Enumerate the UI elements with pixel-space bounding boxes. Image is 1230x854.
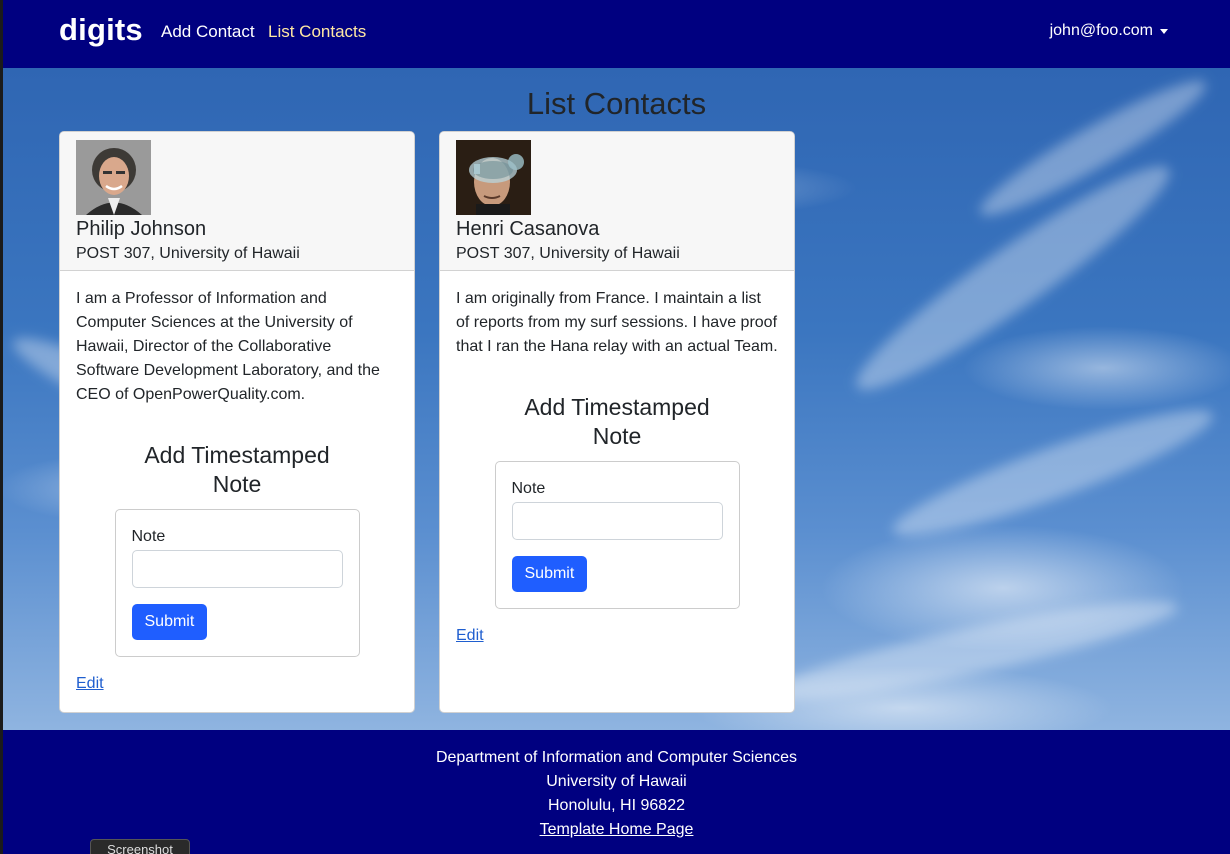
footer-address: Honolulu, HI 96822 xyxy=(548,797,685,814)
main-content: List Contacts Philip Johnson POST 307, U… xyxy=(3,68,1230,730)
contact-card: Philip Johnson POST 307, University of H… xyxy=(59,131,415,713)
note-label: Note xyxy=(511,480,546,497)
contact-name: Philip Johnson xyxy=(76,218,207,240)
template-home-link[interactable]: Template Home Page xyxy=(540,821,694,838)
top-navbar: digits Add Contact List Contacts john@fo… xyxy=(3,0,1230,68)
brand-logo[interactable]: digits xyxy=(59,12,143,48)
card-header: Henri Casanova POST 307, University of H… xyxy=(440,132,794,271)
footer-university: University of Hawaii xyxy=(546,773,687,790)
contact-description: I am originally from France. I maintain … xyxy=(456,290,778,355)
caret-down-icon xyxy=(1160,29,1168,34)
contact-name: Henri Casanova xyxy=(456,218,600,240)
user-email: john@foo.com xyxy=(1049,22,1153,39)
screenshot-tab[interactable]: Screenshot xyxy=(90,839,190,854)
contact-address: POST 307, University of Hawaii xyxy=(76,245,300,262)
contact-description: I am a Professor of Information and Comp… xyxy=(76,290,380,403)
footer-department: Department of Information and Computer S… xyxy=(435,749,798,766)
nav-add-contact[interactable]: Add Contact xyxy=(161,22,255,42)
submit-button[interactable]: Submit xyxy=(511,556,588,592)
contact-address: POST 307, University of Hawaii xyxy=(456,245,680,262)
card-body: I am originally from France. I maintain … xyxy=(440,271,794,661)
edit-link[interactable]: Edit xyxy=(76,675,104,693)
user-dropdown[interactable]: john@foo.com xyxy=(1050,22,1168,40)
submit-button[interactable]: Submit xyxy=(131,604,208,640)
nav-list-contacts[interactable]: List Contacts xyxy=(268,22,366,42)
note-form: Note Submit xyxy=(114,509,360,657)
note-form: Note Submit xyxy=(494,461,740,609)
add-note-title: Add Timestamped Note xyxy=(144,442,330,497)
page-title: List Contacts xyxy=(526,86,707,121)
footer: Department of Information and Computer S… xyxy=(3,730,1230,854)
avatar xyxy=(76,140,151,215)
note-input[interactable] xyxy=(511,502,723,540)
note-label: Note xyxy=(131,528,166,545)
cloud-decoration xyxy=(762,584,1184,717)
cloud-decoration xyxy=(884,391,1222,555)
edit-link[interactable]: Edit xyxy=(456,627,484,645)
card-header: Philip Johnson POST 307, University of H… xyxy=(60,132,414,271)
note-input[interactable] xyxy=(131,550,343,588)
avatar xyxy=(456,140,531,215)
add-note-title: Add Timestamped Note xyxy=(524,394,710,449)
contact-card: Henri Casanova POST 307, University of H… xyxy=(439,131,795,713)
card-body: I am a Professor of Information and Comp… xyxy=(60,271,414,709)
